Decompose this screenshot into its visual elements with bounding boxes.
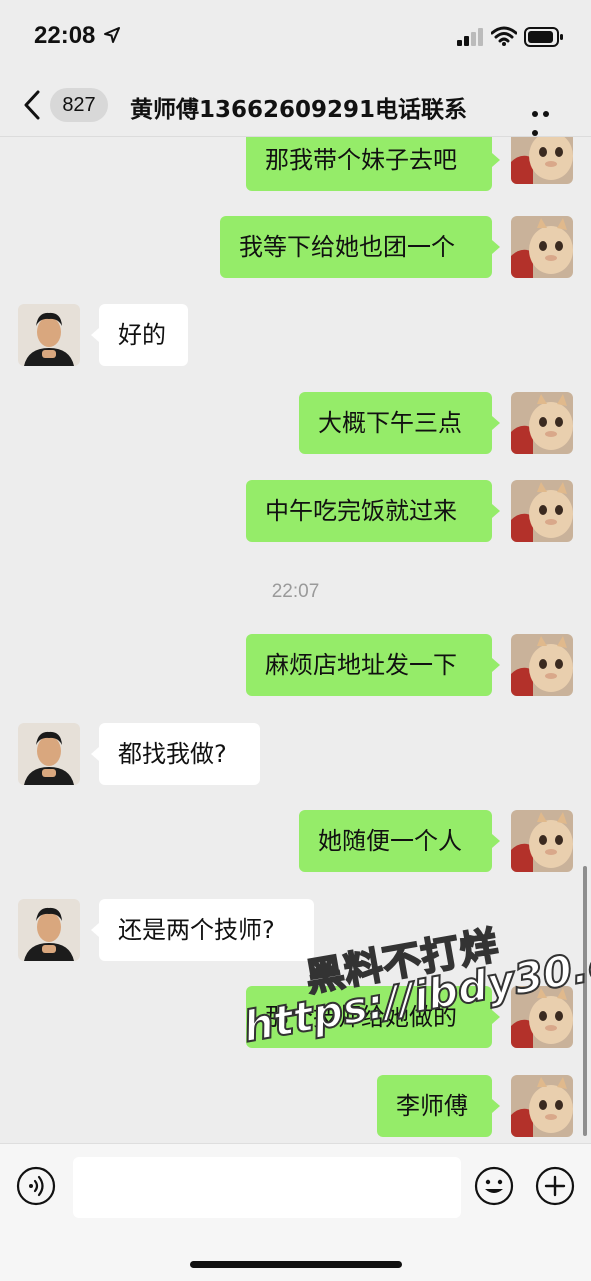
message-row-outgoing: 中午吃完饭就过来 bbox=[0, 480, 591, 542]
message-text: 我等下给她也团一个 bbox=[239, 233, 455, 261]
message-text: 还是两个技师? bbox=[118, 916, 275, 944]
location-arrow-icon bbox=[104, 27, 120, 43]
message-row-outgoing: 我等下给她也团一个 bbox=[0, 216, 591, 278]
message-row-outgoing: 她随便一个人 bbox=[0, 810, 591, 872]
message-row-outgoing: 那我带个妹子去吧 bbox=[0, 137, 591, 191]
message-text: 麻烦店地址发一下 bbox=[265, 651, 457, 679]
message-timestamp: 22:07 bbox=[271, 581, 320, 602]
contact-avatar[interactable] bbox=[18, 899, 80, 961]
message-input[interactable] bbox=[73, 1157, 461, 1218]
message-bubble-outgoing[interactable]: 麻烦店地址发一下 bbox=[246, 634, 492, 696]
message-row-outgoing: 李师傅 bbox=[0, 1075, 591, 1137]
message-bubble-incoming[interactable]: 都找我做? bbox=[99, 723, 260, 785]
contact-avatar[interactable] bbox=[18, 723, 80, 785]
message-bubble-outgoing[interactable]: 她随便一个人 bbox=[299, 810, 492, 872]
message-bubble-incoming[interactable]: 好的 bbox=[99, 304, 188, 366]
message-bubble-outgoing[interactable]: 李师傅 bbox=[377, 1075, 492, 1137]
message-row-outgoing: 麻烦店地址发一下 bbox=[0, 634, 591, 696]
input-bar bbox=[0, 1143, 591, 1281]
message-bubble-outgoing[interactable]: 我等下给她也团一个 bbox=[220, 216, 492, 278]
my-avatar[interactable] bbox=[511, 480, 573, 542]
my-avatar[interactable] bbox=[511, 392, 573, 454]
message-text: 好的 bbox=[118, 321, 166, 349]
voice-icon[interactable] bbox=[16, 1166, 56, 1206]
chevron-left-icon[interactable] bbox=[18, 88, 48, 122]
message-bubble-outgoing[interactable]: 那我带个妹子去吧 bbox=[246, 137, 492, 191]
message-text: 她随便一个人 bbox=[318, 827, 462, 855]
message-row-outgoing: 大概下午三点 bbox=[0, 392, 591, 454]
my-avatar[interactable] bbox=[511, 634, 573, 696]
my-avatar[interactable] bbox=[511, 1075, 573, 1137]
scrollbar[interactable] bbox=[583, 866, 587, 1136]
message-text: 大概下午三点 bbox=[318, 409, 462, 437]
more-dots-icon[interactable] bbox=[532, 102, 564, 136]
emoji-icon[interactable] bbox=[474, 1166, 514, 1206]
battery-icon bbox=[524, 27, 563, 47]
message-text: 都找我做? bbox=[118, 740, 227, 768]
message-bubble-outgoing[interactable]: 大概下午三点 bbox=[299, 392, 492, 454]
message-text: 李师傅 bbox=[396, 1092, 468, 1120]
my-avatar[interactable] bbox=[511, 137, 573, 184]
message-text: 中午吃完饭就过来 bbox=[265, 497, 457, 525]
my-avatar[interactable] bbox=[511, 810, 573, 872]
message-row-incoming: 好的 bbox=[0, 304, 591, 366]
wifi-icon bbox=[491, 26, 517, 46]
message-row-incoming: 都找我做? bbox=[0, 723, 591, 785]
message-text: 那我带个妹子去吧 bbox=[265, 146, 457, 174]
status-bar: 22:08 bbox=[0, 0, 591, 76]
unread-count-badge[interactable]: 827 bbox=[50, 88, 108, 122]
cell-signal-icon bbox=[457, 28, 483, 46]
chat-title: 黄师傅13662609291电话联系 bbox=[130, 97, 468, 123]
message-bubble-outgoing[interactable]: 中午吃完饭就过来 bbox=[246, 480, 492, 542]
status-time: 22:08 bbox=[34, 22, 96, 49]
home-indicator[interactable] bbox=[190, 1261, 402, 1268]
chat-header: 827 黄师傅13662609291电话联系 bbox=[0, 76, 591, 137]
contact-avatar[interactable] bbox=[18, 304, 80, 366]
my-avatar[interactable] bbox=[511, 216, 573, 278]
plus-icon[interactable] bbox=[535, 1166, 575, 1206]
